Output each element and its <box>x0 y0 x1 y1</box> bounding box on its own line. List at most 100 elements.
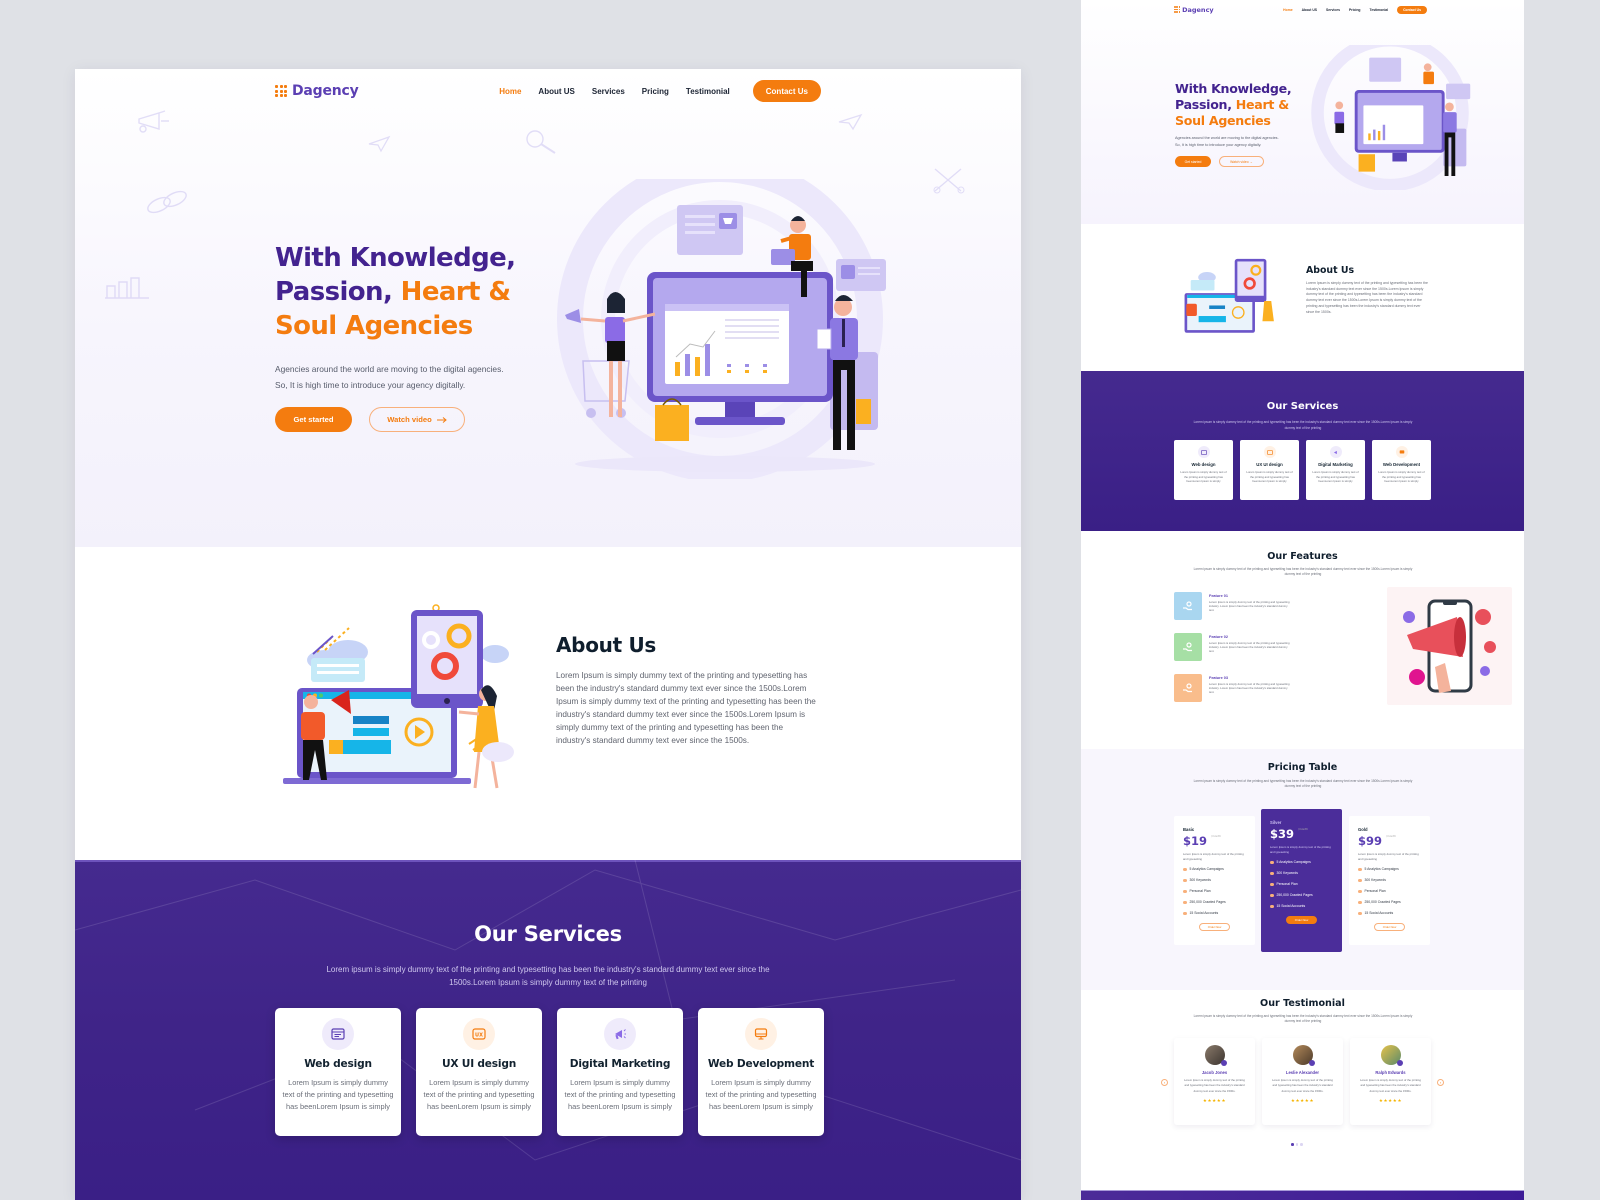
plan-period: /month <box>1298 827 1309 831</box>
mini-services-section: Our Services Lorem ipsum is simply dummy… <box>1081 371 1524 531</box>
mini-testimonial-title: Our Testimonial <box>1260 998 1345 1009</box>
plan-price: $39 /month <box>1270 827 1333 841</box>
mini-get-started-button[interactable]: Get started <box>1175 156 1211 167</box>
service-card-digital-marketing[interactable]: Digital Marketing Lorem Ipsum is simply … <box>557 1008 683 1136</box>
mini-features-title: Our Features <box>1267 551 1338 562</box>
pagination-dot-active[interactable] <box>1291 1143 1294 1146</box>
mini-feature-item: Feature 01 Lorem Ipsum is simply dummy te… <box>1174 592 1296 624</box>
magnifier-doodle-icon <box>526 130 556 154</box>
watch-video-label: Watch video <box>387 415 432 424</box>
phone-megaphone-illustration <box>1387 587 1512 705</box>
monitor-icon <box>754 1028 768 1040</box>
logo[interactable]: Dagency <box>275 83 359 99</box>
arrow-left-icon[interactable]: ‹ <box>1161 1079 1168 1086</box>
mini-feature-text: Lorem Ipsum is simply dummy text of the … <box>1209 641 1290 654</box>
mini-hero-buttons: Get started Watch video → <box>1175 156 1264 167</box>
get-started-button[interactable]: Get started <box>275 407 352 432</box>
mini-nav-item-pricing[interactable]: Pricing <box>1349 8 1361 12</box>
order-now-button[interactable]: Order Now <box>1199 923 1230 931</box>
arrow-right-icon: → <box>1249 159 1253 164</box>
plan-features: 5 Analytics Campaigns 300 Keywords Perso… <box>1358 864 1421 919</box>
gear-hand-icon <box>1174 674 1202 702</box>
mini-service-card[interactable]: Digital Marketing Lorem Ipsum is simply … <box>1306 440 1365 500</box>
nav-item-pricing[interactable]: Pricing <box>642 87 669 96</box>
arrow-right-icon[interactable]: › <box>1437 1079 1444 1086</box>
arrow-right-icon <box>436 416 447 423</box>
nav-item-testimonial[interactable]: Testimonial <box>686 87 730 96</box>
full-page-preview: Dagency Home About US Services Pricing T… <box>1081 0 1524 1200</box>
hero-title-line2a: Passion, <box>275 277 401 307</box>
mini-service-text: Lorem Ipsum is simply dummy text of the … <box>1312 470 1359 484</box>
service-icon-bg: UX <box>463 1018 495 1050</box>
contact-us-button[interactable]: Contact Us <box>752 80 821 102</box>
plan-desc: Lorem Ipsum is simply dummy text of the … <box>1270 845 1331 854</box>
service-text: Lorem Ipsum is simply dummy text of the … <box>423 1078 535 1111</box>
pagination-dot[interactable] <box>1295 1143 1298 1146</box>
hero-title: With Knowledge, Passion, Heart & Soul Ag… <box>275 241 545 343</box>
gear-hand-icon <box>1174 633 1202 661</box>
services-title: Our Services <box>474 922 622 946</box>
mini-service-text: Lorem Ipsum is simply dummy text of the … <box>1378 470 1425 484</box>
mini-feature-text: Lorem Ipsum is simply dummy text of the … <box>1209 600 1290 613</box>
mini-feature-title: Feature 02 <box>1209 635 1228 639</box>
plan-feature: 15 Social Accounts <box>1183 908 1246 919</box>
hero-title-line1: With Knowledge, <box>275 243 516 273</box>
paper-plane-doodle-icon <box>838 113 863 131</box>
mini-testimonial-section: Our Testimonial Lorem ipsum is simply du… <box>1081 990 1524 1190</box>
mini-hero-subtitle: Agencies around the world are moving to … <box>1175 135 1305 149</box>
nav-item-about[interactable]: About US <box>538 87 574 96</box>
service-card-web-development[interactable]: Web Development Lorem Ipsum is simply du… <box>698 1008 824 1136</box>
mini-watch-video-label: Watch video <box>1230 159 1249 164</box>
mini-contact-us-button[interactable]: Contact Us <box>1397 5 1427 14</box>
mini-services-cards: Web design Lorem Ipsum is simply dummy t… <box>1174 440 1431 500</box>
watch-video-button[interactable]: Watch video <box>369 407 465 432</box>
mini-about-illustration <box>1184 258 1274 333</box>
top-nav: Dagency Home About US Services Pricing T… <box>275 77 821 105</box>
megaphone-icon <box>1329 446 1342 458</box>
mini-service-card[interactable]: Web design Lorem Ipsum is simply dummy t… <box>1174 440 1233 500</box>
pricing-plan-basic: Basic $19 /month Lorem Ipsum is simply d… <box>1174 816 1255 945</box>
mini-hero-title: With Knowledge, Passion, Heart & Soul Ag… <box>1175 81 1305 129</box>
link-doodle-icon <box>147 190 187 214</box>
service-card-ux-ui-design[interactable]: UX UX UI design Lorem Ipsum is simply du… <box>416 1008 542 1136</box>
monitor-icon <box>1395 446 1408 458</box>
nav-item-home[interactable]: Home <box>499 87 521 96</box>
services-subtitle: Lorem ipsum is simply dummy text of the … <box>326 965 770 987</box>
avatar <box>1204 1045 1227 1066</box>
service-card-web-design[interactable]: Web design Lorem Ipsum is simply dummy t… <box>275 1008 401 1136</box>
plan-name: Silver <box>1270 820 1282 825</box>
pagination-dot[interactable] <box>1300 1143 1303 1146</box>
mini-hero-title-line1: With Knowledge, <box>1175 81 1292 96</box>
plan-features: 5 Analytics Campaigns 300 Keywords Perso… <box>1270 857 1333 912</box>
plan-price-value: $19 <box>1183 834 1208 848</box>
service-text: Lorem Ipsum is simply dummy text of the … <box>705 1078 817 1111</box>
mini-service-card[interactable]: Web Development Lorem Ipsum is simply du… <box>1372 440 1431 500</box>
order-now-button[interactable]: Order Now <box>1374 923 1405 931</box>
hero-buttons: Get started Watch video <box>275 407 545 432</box>
plan-feature: 15 Social Accounts <box>1358 908 1421 919</box>
mini-logo[interactable]: Dagency <box>1174 6 1214 14</box>
mini-feature-title: Feature 01 <box>1209 594 1228 598</box>
plan-desc: Lorem Ipsum is simply dummy text of the … <box>1358 852 1419 861</box>
gear-hand-icon <box>1174 592 1202 620</box>
mini-hero-title-line2a: Passion, <box>1175 97 1236 112</box>
ux-badge-icon <box>1263 446 1276 458</box>
plan-feature: Personal Plan <box>1358 886 1421 897</box>
order-now-button[interactable]: Order Now <box>1286 916 1317 924</box>
mini-nav-item-testimonial[interactable]: Testimonial <box>1370 8 1389 12</box>
mini-hero-section: Dagency Home About US Services Pricing T… <box>1081 0 1524 224</box>
hero-subtitle-line2: So, It is high time to introduce your ag… <box>275 380 466 390</box>
mini-watch-video-button[interactable]: Watch video → <box>1219 156 1264 167</box>
services-section: Our Services Lorem ipsum is simply dummy… <box>75 860 1021 1200</box>
ux-badge-icon: UX <box>472 1028 486 1040</box>
mini-nav-item-about[interactable]: About US <box>1302 8 1317 12</box>
plan-feature: 250,000 Crawled Pages <box>1183 897 1246 908</box>
plan-feature: 300 Keywords <box>1270 868 1333 879</box>
nav-item-services[interactable]: Services <box>592 87 625 96</box>
plan-name: Basic <box>1183 827 1195 832</box>
mini-service-title: UX UI design <box>1256 462 1283 467</box>
mini-nav-item-services[interactable]: Services <box>1326 8 1340 12</box>
mini-service-card[interactable]: UX UI design Lorem Ipsum is simply dummy… <box>1240 440 1299 500</box>
paper-plane-doodle-icon <box>368 135 391 153</box>
mini-nav-item-home[interactable]: Home <box>1283 8 1292 12</box>
